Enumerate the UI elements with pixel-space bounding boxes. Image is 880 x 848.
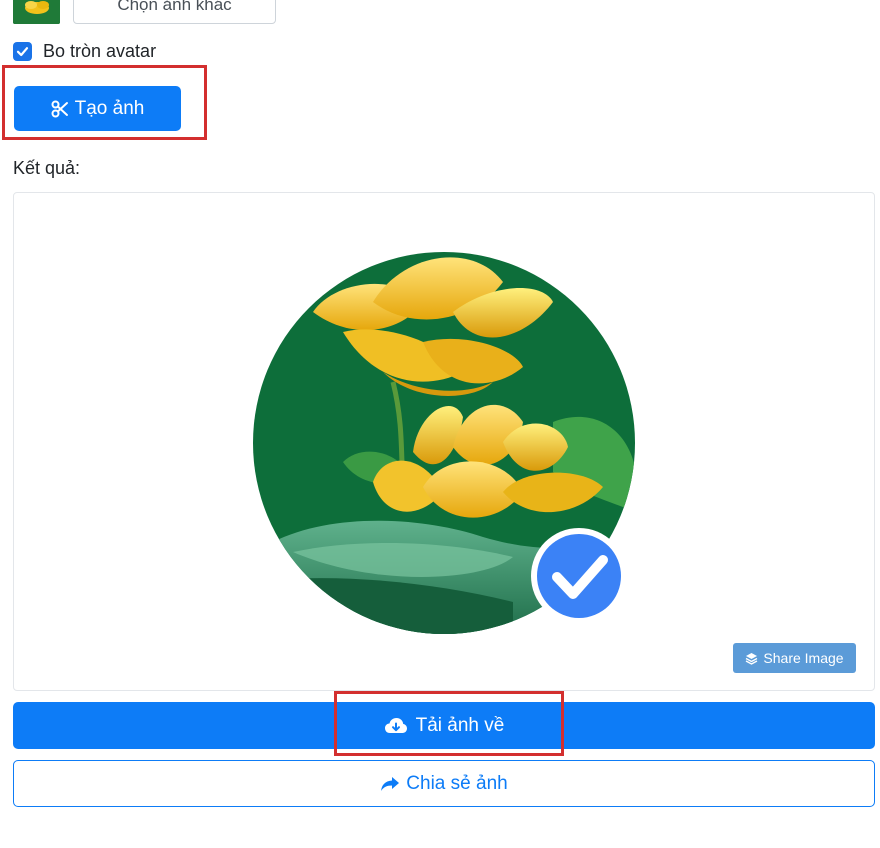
share-image-link-button[interactable]: Chia sẻ ảnh bbox=[13, 760, 875, 807]
round-avatar-option[interactable]: Bo tròn avatar bbox=[13, 40, 156, 62]
cloud-download-icon bbox=[384, 717, 407, 733]
choose-other-image-button[interactable]: Chọn ảnh khác bbox=[73, 0, 276, 24]
share-arrow-icon bbox=[381, 776, 400, 791]
share-image-button[interactable]: Share Image bbox=[733, 643, 856, 673]
scissors-icon bbox=[51, 100, 68, 117]
result-heading: Kết quả: bbox=[13, 158, 81, 178]
check-badge-icon bbox=[531, 528, 627, 624]
download-image-label: Tải ảnh về bbox=[415, 714, 505, 736]
share-image-label: Share Image bbox=[763, 650, 844, 666]
make-image-label: Tạo ảnh bbox=[74, 97, 145, 119]
share-image-link-label: Chia sẻ ảnh bbox=[406, 772, 508, 794]
round-avatar-label: Bo tròn avatar bbox=[43, 40, 157, 61]
make-image-button[interactable]: Tạo ảnh bbox=[14, 86, 181, 131]
layers-icon bbox=[746, 652, 758, 665]
round-avatar-checkbox[interactable] bbox=[13, 41, 32, 61]
uploaded-thumbnail bbox=[13, 0, 60, 24]
avatar-result-image bbox=[253, 252, 635, 634]
download-image-button[interactable]: Tải ảnh về bbox=[13, 702, 875, 749]
check-icon bbox=[16, 46, 29, 56]
